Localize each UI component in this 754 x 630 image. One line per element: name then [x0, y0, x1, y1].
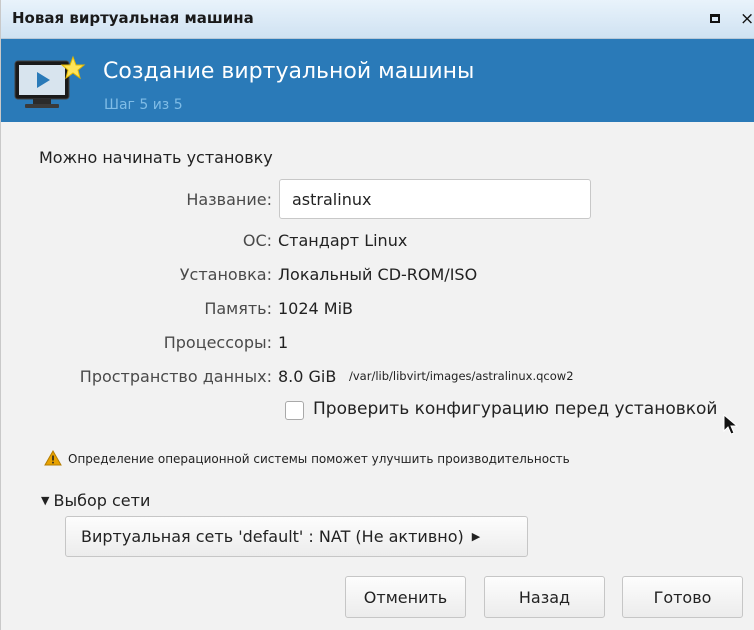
install-label: Установка:: [179, 265, 272, 284]
finish-button[interactable]: Готово: [622, 576, 743, 618]
name-label: Название:: [186, 190, 272, 209]
maximize-icon[interactable]: [710, 14, 720, 23]
os-detection-warning: Определение операционной системы поможет…: [68, 452, 570, 466]
close-icon[interactable]: ×: [740, 9, 754, 29]
storage-path: /var/lib/libvirt/images/astralinux.qcow2: [349, 369, 574, 383]
install-value: Локальный CD-ROM/ISO: [278, 265, 478, 284]
os-value: Стандарт Linux: [278, 231, 408, 250]
memory-label: Память:: [204, 299, 272, 318]
warning-icon: [44, 450, 62, 466]
chevron-right-icon: ▶: [471, 530, 481, 543]
storage-value: 8.0 GiB: [278, 367, 337, 386]
expander-down-arrow-icon: ▼: [41, 494, 50, 507]
back-button[interactable]: Назад: [484, 576, 605, 618]
ready-heading: Можно начинать установку: [39, 148, 273, 167]
storage-label: Пространство данных:: [79, 367, 272, 386]
network-expander-label: Выбор сети: [53, 491, 151, 510]
network-selected-value: Виртуальная сеть 'default' : NAT (Не акт…: [81, 527, 464, 546]
vm-monitor-icon: [14, 55, 86, 108]
window-title: Новая виртуальная машина: [12, 9, 254, 27]
wizard-title: Создание виртуальной машины: [103, 59, 475, 84]
cpu-value: 1: [278, 333, 289, 352]
new-vm-dialog: Новая виртуальная машина × Создание вирт…: [0, 0, 754, 630]
cpu-label: Процессоры:: [163, 333, 272, 352]
wizard-step: Шаг 5 из 5: [104, 97, 183, 113]
memory-value: 1024 MiB: [278, 299, 354, 318]
mouse-cursor-icon: [723, 414, 739, 435]
network-select-button[interactable]: Виртуальная сеть 'default' : NAT (Не акт…: [65, 516, 528, 557]
vm-name-input[interactable]: [279, 179, 591, 219]
cancel-button[interactable]: Отменить: [345, 576, 466, 618]
network-expander[interactable]: ▼ Выбор сети: [41, 491, 150, 510]
os-label: ОС:: [242, 231, 272, 250]
customize-checkbox[interactable]: [285, 401, 304, 420]
customize-label[interactable]: Проверить конфигурацию перед установкой: [313, 399, 717, 419]
wizard-header: Создание виртуальной машины Шаг 5 из 5: [1, 39, 754, 122]
title-bar[interactable]: Новая виртуальная машина ×: [1, 0, 754, 39]
